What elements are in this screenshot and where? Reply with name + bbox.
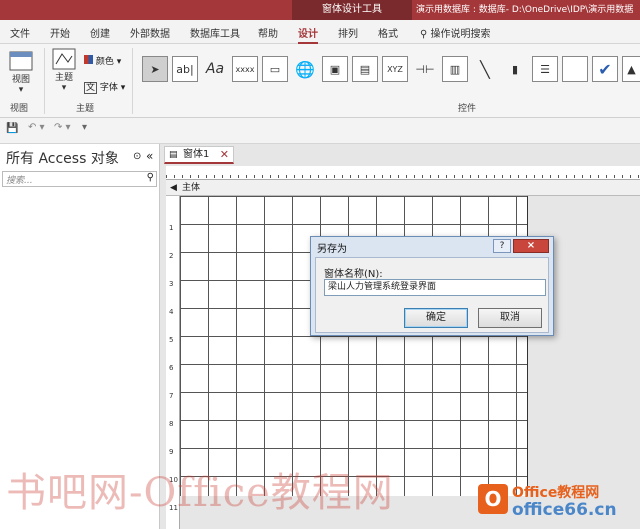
context-tab-label: 窗体设计工具 — [292, 0, 412, 20]
save-icon[interactable]: 💾 — [6, 123, 18, 134]
search-input[interactable]: 搜索... ⚲ — [2, 171, 157, 187]
ruler-number: 2 — [169, 252, 174, 260]
fonts-button[interactable]: 文 字体 ▾ — [84, 80, 125, 94]
title-bar: 窗体设计工具 演示用数据库 : 数据库- D:\OneDrive\IDP\演示用… — [0, 0, 640, 20]
dialog-title: 另存为 — [317, 244, 347, 255]
image-icon[interactable]: ▲ — [622, 56, 640, 82]
watermark-logo-line2: office66.cn — [512, 500, 617, 520]
close-icon[interactable]: ✕ — [220, 147, 229, 163]
button-icon[interactable]: xxxx — [232, 56, 258, 82]
search-placeholder: 搜索... — [6, 176, 33, 186]
nav-menu-icon[interactable]: ⊙ — [133, 151, 141, 162]
nav-pane-title[interactable]: 所有 Access 对象 — [6, 148, 119, 168]
rectangle-icon[interactable] — [562, 56, 588, 82]
ruler-number: 1 — [169, 224, 174, 232]
search-help-label: 操作说明搜索 — [430, 29, 491, 40]
colors-button[interactable]: 颜色 ▾ — [84, 54, 121, 67]
colors-label: 颜色 — [95, 57, 114, 67]
label-icon[interactable]: Aa — [202, 56, 228, 82]
list-box-icon[interactable]: ☰ — [532, 56, 558, 82]
search-icon[interactable]: ⚲ — [147, 172, 154, 183]
option-group-icon[interactable]: XYZ — [382, 56, 408, 82]
ruler-number: 3 — [169, 280, 174, 288]
ruler-number: 8 — [169, 420, 174, 428]
redo-icon[interactable]: ↷ ▾ — [54, 122, 71, 133]
collapse-pane-icon[interactable]: « — [146, 149, 153, 163]
chevron-down-icon: ▾ — [61, 83, 67, 93]
help-button[interactable]: ? — [493, 239, 511, 253]
office-logo-icon: O — [478, 484, 508, 514]
watermark-logo-line1: Office教程网 — [512, 485, 600, 501]
tab-external-data[interactable]: 外部数据 — [130, 25, 170, 40]
ruler-number: 7 — [169, 392, 174, 400]
theme-button-label: 主题 — [54, 73, 73, 83]
tab-create[interactable]: 创建 — [90, 25, 110, 40]
ruler-number: 4 — [169, 308, 174, 316]
controls-group-label: 控件 — [458, 104, 477, 114]
tab-database-tools[interactable]: 数据库工具 — [190, 25, 240, 40]
undo-icon[interactable]: ↶ ▾ — [28, 122, 45, 133]
watermark-text: 书吧网-Office教程网 — [6, 470, 394, 516]
view-button-label: 视图 — [11, 75, 30, 85]
detail-section-header[interactable]: ◀ 主体 — [166, 180, 640, 196]
ok-button[interactable]: 确定 — [404, 308, 468, 328]
combo-box-icon[interactable]: ▥ — [442, 56, 468, 82]
tab-design[interactable]: 设计 — [298, 25, 318, 44]
ruler-number: 9 — [169, 448, 174, 456]
lightbulb-icon: ⚲ — [420, 29, 431, 40]
checkbox-icon[interactable]: ✔ — [592, 56, 618, 82]
font-icon: 文 — [84, 82, 98, 94]
save-as-dialog: 另存为 ? × 窗体名称(N): 梁山人力管理系统登录界面 确定 取消 — [310, 236, 554, 336]
ruler-number: 5 — [169, 336, 174, 344]
tab-format[interactable]: 格式 — [378, 25, 398, 40]
form-name-label: 窗体名称(N): — [324, 269, 383, 280]
tab-control-icon[interactable]: ▭ — [262, 56, 288, 82]
tab-home[interactable]: 开始 — [50, 25, 70, 40]
ribbon-tabs: 文件 开始 创建 外部数据 数据库工具 帮助 设计 排列 格式 ⚲ 操作说明搜索 — [0, 20, 640, 44]
textbox-icon[interactable]: ab| — [172, 56, 198, 82]
quick-access-toolbar: 💾 ↶ ▾ ↷ ▾ ▾ — [0, 118, 640, 144]
fonts-label: 字体 — [99, 83, 118, 93]
theme-button[interactable]: 主题 ▾ — [52, 48, 76, 93]
web-browser-icon[interactable]: ▣ — [322, 56, 348, 82]
close-dialog-button[interactable]: × — [513, 239, 549, 253]
view-icon — [9, 51, 33, 71]
page-break-icon[interactable]: ⊣⊢ — [412, 56, 438, 82]
tab-arrange[interactable]: 排列 — [338, 25, 358, 40]
pointer-icon[interactable]: ➤ — [142, 56, 168, 82]
customize-toolbar-icon[interactable]: ▾ — [82, 122, 87, 133]
form-icon: ▤ — [169, 150, 178, 160]
section-label: 主体 — [182, 183, 201, 193]
hyperlink-icon[interactable]: 🌐 — [292, 56, 318, 82]
theme-group-label: 主题 — [76, 104, 95, 114]
view-group-label: 视图 — [10, 104, 29, 114]
watermark-logo: O Office教程网 office66.cn — [478, 478, 640, 528]
navigation-icon[interactable]: ▤ — [352, 56, 378, 82]
cancel-button[interactable]: 取消 — [478, 308, 542, 328]
tab-help[interactable]: 帮助 — [258, 25, 278, 40]
toggle-icon[interactable]: ▮ — [502, 56, 528, 82]
window-file-info: 演示用数据库 : 数据库- D:\OneDrive\IDP\演示用数据 — [416, 5, 634, 15]
form-tab-label: 窗体1 — [183, 149, 210, 160]
view-button[interactable]: 视图 ▾ — [8, 50, 34, 95]
tab-search-help[interactable]: ⚲ 操作说明搜索 — [420, 25, 491, 40]
ribbon: 视图 ▾ 视图 主题 ▾ 颜色 ▾ 文 字体 ▾ 主题 ➤ ab| Aa xxx… — [0, 44, 640, 118]
colors-icon — [84, 55, 93, 64]
form-name-input[interactable]: 梁山人力管理系统登录界面 — [324, 279, 546, 296]
tab-file[interactable]: 文件 — [10, 25, 30, 40]
group-divider — [132, 48, 133, 114]
group-divider — [44, 48, 45, 114]
tab-form1[interactable]: ▤ 窗体1 ✕ — [164, 146, 234, 164]
section-arrow-icon: ◀ — [170, 183, 177, 193]
chevron-down-icon: ▾ — [18, 85, 24, 95]
dialog-body: 窗体名称(N): 梁山人力管理系统登录界面 确定 取消 — [315, 257, 549, 333]
ruler-number: 6 — [169, 364, 174, 372]
horizontal-ruler — [166, 166, 640, 180]
line-icon[interactable]: ╲ — [472, 56, 498, 82]
theme-icon — [52, 48, 76, 70]
